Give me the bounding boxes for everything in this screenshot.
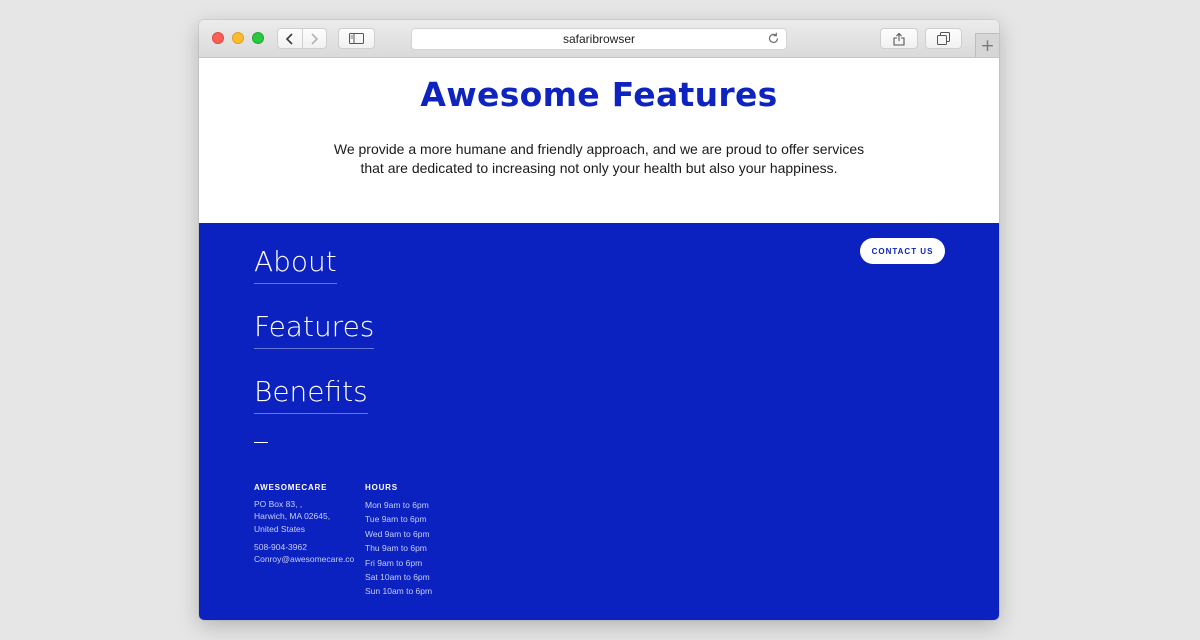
address-text: safaribrowser <box>562 32 636 46</box>
back-button[interactable] <box>278 29 302 48</box>
hours-row: Fri 9am to 6pm <box>365 557 423 568</box>
site-footer: About Features Benefits CONTACT US AWESO… <box>199 223 999 620</box>
company-email[interactable]: Conroy@awesomecare.co <box>254 553 354 565</box>
minimize-window-button[interactable] <box>232 32 244 44</box>
sidebar-button[interactable] <box>338 28 375 49</box>
hero-description: We provide a more humane and friendly ap… <box>319 140 879 178</box>
hours-row: Wed 9am to 6pm <box>365 528 430 539</box>
forward-icon <box>311 32 318 45</box>
address-bar[interactable]: safaribrowser <box>411 28 787 50</box>
contact-us-button[interactable]: CONTACT US <box>860 238 945 264</box>
tabs-overview-button[interactable] <box>925 28 962 49</box>
reload-icon[interactable] <box>767 32 780 45</box>
divider-dash <box>254 442 268 443</box>
company-phone[interactable]: 508-904-3962 <box>254 541 307 553</box>
browser-window: safaribrowser + Awesome Features We prov… <box>199 20 999 620</box>
hours-row: Tue 9am to 6pm <box>365 514 427 525</box>
hours-row: Mon 9am to 6pm <box>365 500 429 510</box>
hero-description-line-2: that are dedicated to increasing not onl… <box>360 160 838 176</box>
forward-button[interactable] <box>301 29 327 48</box>
navigation-buttons <box>277 28 327 49</box>
zoom-window-button[interactable] <box>252 32 264 44</box>
plus-icon: + <box>980 35 995 56</box>
tabs-icon <box>937 32 950 45</box>
hours-row: Sun 10am to 6pm <box>365 586 433 597</box>
close-window-button[interactable] <box>212 32 224 44</box>
share-icon <box>893 32 905 46</box>
hours-list: Mon 9am to 6pm Tue 9am to 6pm Wed 9am to… <box>365 498 432 599</box>
nav-link-about[interactable]: About <box>254 245 337 284</box>
hero-description-line-1: We provide a more humane and friendly ap… <box>333 141 865 157</box>
new-tab-button[interactable]: + <box>975 33 999 57</box>
address-line: United States <box>254 523 306 534</box>
hours-row: Sat 10am to 6pm <box>365 572 430 583</box>
nav-link-benefits[interactable]: Benefits <box>254 375 368 414</box>
sidebar-icon <box>349 33 364 44</box>
hours-row: Thu 9am to 6pm <box>365 543 427 554</box>
page-title: Awesome Features <box>420 75 778 114</box>
hero-section: Awesome Features We provide a more human… <box>199 58 999 223</box>
company-name: AWESOMECARE <box>254 483 328 492</box>
browser-toolbar: safaribrowser + <box>199 20 999 58</box>
address-line: Harwich, MA 02645, <box>254 511 331 522</box>
share-button[interactable] <box>880 28 918 49</box>
company-address: PO Box 83, , Harwich, MA 02645, United S… <box>254 498 330 535</box>
hours-heading: HOURS <box>365 483 398 492</box>
address-line: PO Box 83, , <box>254 499 303 509</box>
nav-link-features[interactable]: Features <box>254 310 375 349</box>
back-icon <box>286 32 293 45</box>
